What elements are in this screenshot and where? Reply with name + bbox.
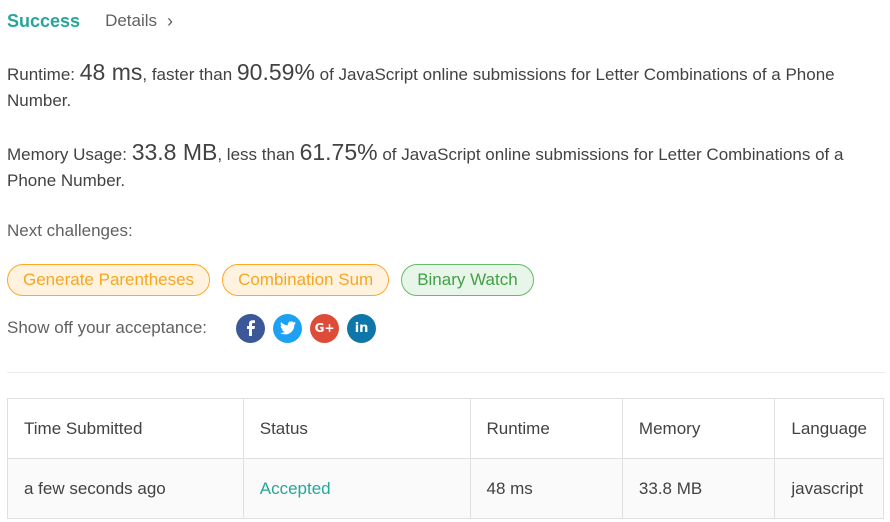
cell-runtime: 48 ms — [469, 458, 623, 519]
twitter-icon[interactable] — [273, 313, 303, 343]
next-challenges: Generate Parentheses Combination Sum Bin… — [7, 264, 534, 296]
status-title: Success — [7, 10, 81, 31]
memory-label: Memory Usage: — [7, 145, 132, 164]
challenge-chip[interactable]: Generate Parentheses — [7, 264, 211, 296]
cell-language: javascript — [774, 458, 884, 519]
column-header-time: Time Submitted — [7, 398, 244, 459]
accepted-link[interactable]: Accepted — [260, 479, 331, 498]
column-header-status: Status — [242, 398, 471, 459]
table-header-row: Time Submitted Status Runtime Memory Lan… — [7, 398, 884, 459]
divider — [7, 372, 885, 373]
memory-value: 33.8 MB — [131, 139, 218, 165]
share-row: Show off your acceptance: G+ in — [7, 313, 384, 343]
table-row: a few seconds ago Accepted 48 ms 33.8 MB… — [7, 458, 884, 519]
next-challenges-label: Next challenges: — [7, 221, 133, 240]
memory-percent: 61.75% — [299, 139, 378, 165]
memory-stat: Memory Usage: 33.8 MB, less than 61.75% … — [7, 139, 867, 194]
details-link[interactable]: Details › — [105, 11, 173, 31]
details-label: Details — [105, 11, 158, 30]
memory-mid: , less than — [217, 145, 300, 164]
runtime-percent: 90.59% — [236, 59, 315, 85]
linkedin-icon[interactable]: in — [347, 313, 377, 343]
facebook-icon[interactable] — [236, 313, 266, 343]
challenge-chip[interactable]: Combination Sum — [222, 264, 390, 296]
google-plus-icon[interactable]: G+ — [310, 313, 340, 343]
runtime-mid: , faster than — [142, 65, 237, 84]
column-header-runtime: Runtime — [469, 398, 623, 459]
cell-time: a few seconds ago — [7, 458, 244, 519]
cell-status: Accepted — [242, 458, 471, 519]
chevron-right-icon: › — [167, 11, 174, 31]
cell-memory: 33.8 MB — [621, 458, 776, 519]
result-header: Success Details › — [7, 9, 173, 33]
column-header-language: Language — [774, 398, 884, 459]
runtime-label: Runtime: — [7, 65, 80, 84]
share-label: Show off your acceptance: — [7, 318, 208, 337]
column-header-memory: Memory — [621, 398, 776, 459]
runtime-value: 48 ms — [79, 59, 143, 85]
challenge-chip[interactable]: Binary Watch — [401, 264, 534, 296]
submission-result-panel: Success Details › Runtime: 48 ms, faster… — [0, 0, 890, 522]
submissions-table: Time Submitted Status Runtime Memory Lan… — [7, 398, 884, 519]
runtime-stat: Runtime: 48 ms, faster than 90.59% of Ja… — [7, 59, 867, 114]
